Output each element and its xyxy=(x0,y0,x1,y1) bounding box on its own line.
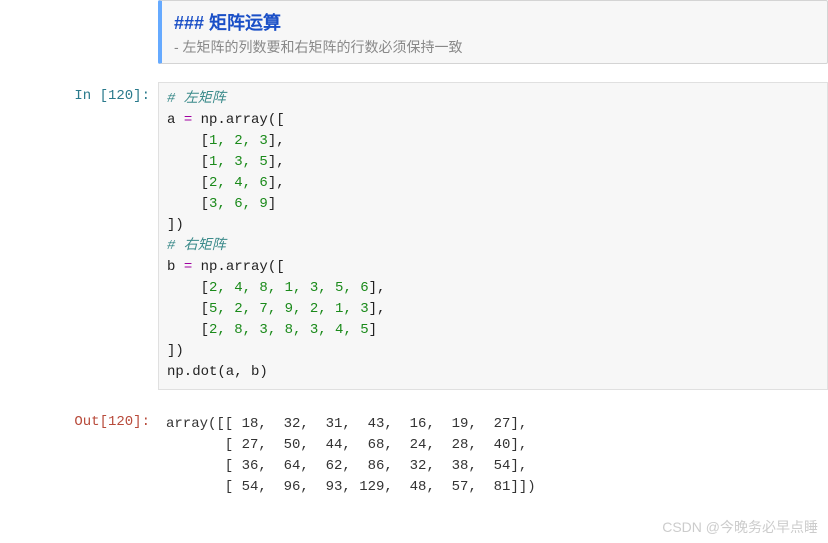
code-operator: = xyxy=(184,259,201,275)
code-row: [ xyxy=(167,301,209,317)
input-cell: In [120]: # 左矩阵 a = np.array([ [1, 2, 3]… xyxy=(0,82,828,390)
code-row-close: ], xyxy=(369,280,386,296)
code-numbers: 5, 2, 7, 9, 2, 1, 3 xyxy=(209,301,369,317)
code-row: [ xyxy=(167,133,209,149)
code-call: np.array([ xyxy=(201,112,285,128)
code-numbers: 3, 6, 9 xyxy=(209,196,268,212)
code-numbers: 1, 3, 5 xyxy=(209,154,268,170)
code-operator: = xyxy=(184,112,201,128)
code-input[interactable]: # 左矩阵 a = np.array([ [1, 2, 3], [1, 3, 5… xyxy=(158,82,828,390)
code-var: a xyxy=(167,112,184,128)
code-var: b xyxy=(167,259,184,275)
code-row-close-last: ] xyxy=(369,322,377,338)
markdown-cell: ### 矩阵运算 - 左矩阵的列数要和右矩阵的行数必须保持一致 xyxy=(158,0,828,64)
code-row: [ xyxy=(167,322,209,338)
code-row-close-last: ] xyxy=(268,196,276,212)
code-numbers: 2, 4, 8, 1, 3, 5, 6 xyxy=(209,280,369,296)
code-numbers: 1, 2, 3 xyxy=(209,133,268,149)
watermark: CSDN @今晚务必早点睡 xyxy=(662,517,818,537)
markdown-heading: ### 矩阵运算 xyxy=(174,9,815,35)
output-cell: Out[120]: array([[ 18, 32, 31, 43, 16, 1… xyxy=(0,408,828,504)
markdown-bullet: - 左矩阵的列数要和右矩阵的行数必须保持一致 xyxy=(174,37,815,57)
code-comment: # 左矩阵 xyxy=(167,91,226,107)
code-row-close: ], xyxy=(268,133,285,149)
input-prompt: In [120]: xyxy=(0,82,158,390)
code-comment: # 右矩阵 xyxy=(167,238,226,254)
output-prompt: Out[120]: xyxy=(0,408,158,504)
output-text: array([[ 18, 32, 31, 43, 16, 19, 27], [ … xyxy=(158,408,828,504)
code-row: [ xyxy=(167,175,209,191)
code-numbers: 2, 4, 6 xyxy=(209,175,268,191)
code-row-close: ], xyxy=(268,175,285,191)
code-call: np.dot(a, b) xyxy=(167,364,268,380)
code-row: [ xyxy=(167,196,209,212)
code-close: ]) xyxy=(167,343,184,359)
code-close: ]) xyxy=(167,217,184,233)
code-row: [ xyxy=(167,280,209,296)
code-call: np.array([ xyxy=(201,259,285,275)
code-row: [ xyxy=(167,154,209,170)
code-row-close: ], xyxy=(268,154,285,170)
code-row-close: ], xyxy=(369,301,386,317)
code-numbers: 2, 8, 3, 8, 3, 4, 5 xyxy=(209,322,369,338)
